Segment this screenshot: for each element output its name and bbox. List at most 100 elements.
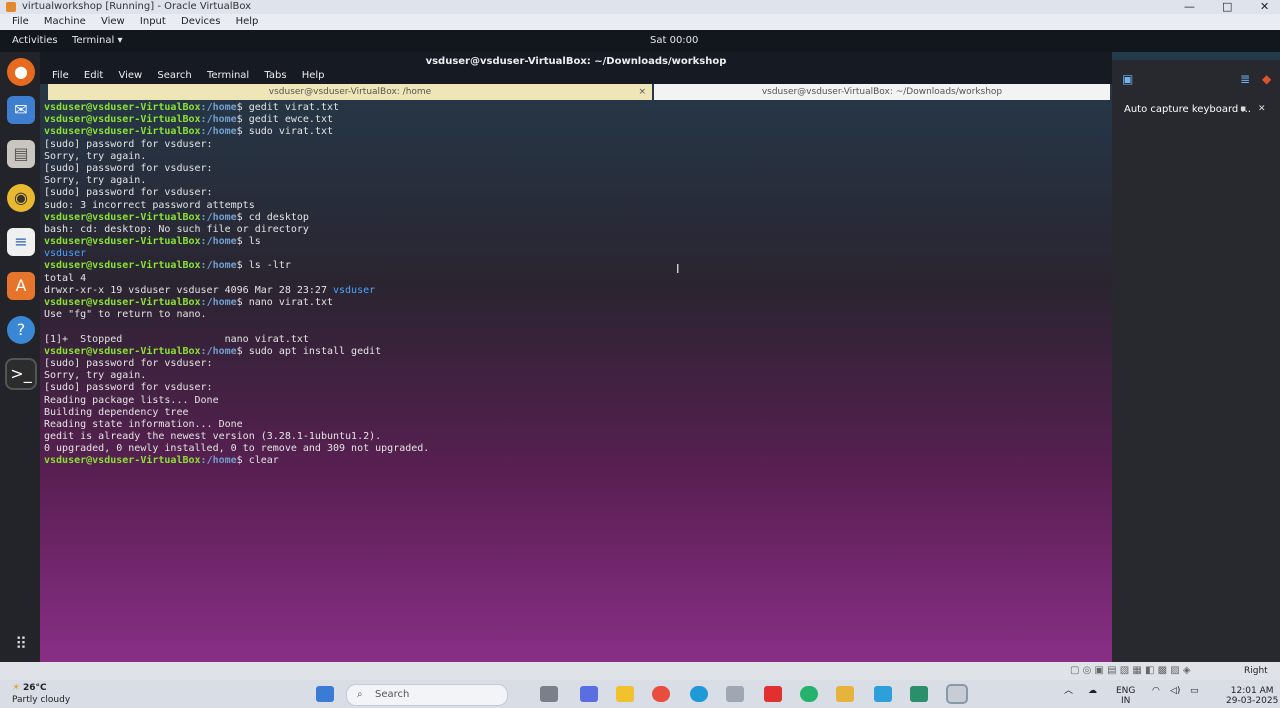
- output-text: total 4: [44, 272, 87, 284]
- vbox-menu-devices[interactable]: Devices: [181, 16, 220, 27]
- toolbar-icon[interactable]: ≣: [1240, 72, 1250, 86]
- terminal-menu-tabs[interactable]: Tabs: [264, 70, 286, 81]
- explorer-icon[interactable]: [616, 686, 634, 702]
- language-label[interactable]: ENG: [1116, 686, 1135, 696]
- app-icon[interactable]: [874, 686, 892, 702]
- vbox-menubar: File Machine View Input Devices Help: [0, 14, 1280, 30]
- software-center-icon[interactable]: A: [7, 272, 35, 300]
- terminal-line: 0 upgraded, 0 newly installed, 0 to remo…: [44, 443, 1112, 455]
- youtube-icon[interactable]: [764, 686, 782, 702]
- vbox-menu-file[interactable]: File: [12, 16, 29, 27]
- output-text: Sorry, try again.: [44, 175, 147, 187]
- vbox-menu-view[interactable]: View: [101, 16, 125, 27]
- ubuntu-topbar: Activities Terminal ▾ Sat 00:00: [0, 30, 1280, 52]
- prompt-user: vsduser@vsduser-VirtualBox: [44, 297, 201, 308]
- vscode-icon[interactable]: [910, 686, 928, 702]
- taskbar-date[interactable]: 29-03-2025: [1226, 696, 1278, 706]
- tray-chevron-icon[interactable]: ︿: [1064, 686, 1073, 696]
- notification-panel: ▣ ≣ ◆ Auto capture keyboard ... ▪ ✕: [1112, 60, 1280, 700]
- terminal-output[interactable]: vsduser@vsduser-VirtualBox:/home$ gedit …: [40, 102, 1112, 662]
- terminal-line: Sorry, try again.: [44, 370, 1112, 382]
- task-view-icon[interactable]: [540, 686, 558, 702]
- vbox-status-icons[interactable]: ▢ ◎ ▣ ▤ ▧ ▦ ◧ ▩ ▨ ◈: [1070, 662, 1191, 680]
- terminal-line: Building dependency tree: [44, 407, 1112, 419]
- weather-widget[interactable]: ☀ 26°C Partly cloudy: [12, 682, 70, 706]
- notification-close-icon[interactable]: ✕: [1258, 104, 1266, 114]
- store-icon[interactable]: [726, 686, 744, 702]
- terminal-icon[interactable]: >_: [5, 358, 37, 390]
- terminal-line: [sudo] password for vsduser:: [44, 358, 1112, 370]
- terminal-line: Reading package lists... Done: [44, 395, 1112, 407]
- vbox-menu-input[interactable]: Input: [140, 16, 166, 27]
- command-text: $ gedit virat.txt: [236, 102, 340, 113]
- activities-button[interactable]: Activities: [12, 30, 58, 52]
- command-text: $ clear: [236, 455, 279, 467]
- prompt-path: :/home: [200, 126, 237, 138]
- folder-icon[interactable]: [836, 686, 854, 702]
- help-icon[interactable]: ?: [7, 316, 35, 344]
- teams-icon[interactable]: [580, 686, 598, 702]
- terminal-line: vsduser@vsduser-VirtualBox:/home$ ls: [44, 236, 1112, 248]
- rhythmbox-icon[interactable]: ◉: [7, 184, 35, 212]
- chat-icon: ▣: [1122, 72, 1134, 86]
- notification-options-icon[interactable]: ▪: [1240, 104, 1246, 114]
- close-icon[interactable]: ✕: [1260, 0, 1269, 14]
- terminal-menu-view[interactable]: View: [118, 70, 142, 81]
- cloud-icon[interactable]: ☁: [1088, 686, 1097, 696]
- topbar-clock[interactable]: Sat 00:00: [650, 30, 698, 52]
- wifi-icon[interactable]: ◠: [1152, 686, 1160, 696]
- search-icon: ⌕: [357, 689, 363, 700]
- prompt-user: vsduser@vsduser-VirtualBox: [44, 102, 201, 113]
- output-text: [sudo] password for vsduser:: [44, 357, 213, 369]
- tab-close-icon[interactable]: ×: [638, 84, 646, 100]
- show-apps-icon[interactable]: ⠿: [7, 630, 35, 658]
- output-text: [sudo] password for vsduser:: [44, 162, 213, 174]
- command-text: $ ls -ltr: [236, 260, 291, 272]
- battery-icon[interactable]: ▭: [1190, 686, 1199, 696]
- whatsapp-icon[interactable]: [800, 686, 818, 702]
- vbox-menu-help[interactable]: Help: [236, 16, 259, 27]
- taskbar-time[interactable]: 12:01 AM: [1231, 686, 1274, 696]
- terminal-line: vsduser@vsduser-VirtualBox:/home$ sudo v…: [44, 126, 1112, 138]
- maximize-icon[interactable]: □: [1222, 0, 1232, 14]
- thunderbird-icon[interactable]: ✉: [7, 96, 35, 124]
- output-text: Reading state information... Done: [44, 418, 243, 430]
- output-text: [sudo] password for vsduser:: [44, 138, 213, 150]
- region-label[interactable]: IN: [1121, 696, 1130, 706]
- capture-icon[interactable]: ◆: [1262, 72, 1271, 86]
- writer-icon[interactable]: ≡: [7, 228, 35, 256]
- terminal-menu-file[interactable]: File: [52, 70, 69, 81]
- terminal-menu-edit[interactable]: Edit: [84, 70, 103, 81]
- windows-start-icon[interactable]: [316, 686, 334, 702]
- terminal-line: Reading state information... Done: [44, 419, 1112, 431]
- tab-home[interactable]: vsduser@vsduser-VirtualBox: /home ×: [48, 84, 652, 100]
- files-icon[interactable]: ▤: [7, 140, 35, 168]
- chrome-icon[interactable]: [652, 686, 670, 702]
- tab-workshop[interactable]: vsduser@vsduser-VirtualBox: ~/Downloads/…: [654, 84, 1110, 100]
- prompt-path: :/home: [200, 102, 237, 113]
- search-input[interactable]: ⌕ Search: [346, 684, 508, 706]
- volume-icon[interactable]: ◁): [1170, 686, 1180, 696]
- firefox-icon[interactable]: ●: [7, 58, 35, 86]
- vbox-statusbar: ▢ ◎ ▣ ▤ ▧ ▦ ◧ ▩ ▨ ◈ Right Ct: [0, 662, 1280, 694]
- app-menu[interactable]: Terminal ▾: [72, 30, 122, 52]
- command-text: $ gedit ewce.txt: [236, 114, 333, 126]
- terminal-menu-search[interactable]: Search: [157, 70, 191, 81]
- minimize-icon[interactable]: —: [1184, 0, 1195, 14]
- virtualbox-taskbar-icon[interactable]: [946, 684, 968, 704]
- terminal-line: vsduser@vsduser-VirtualBox:/home$ ls -lt…: [44, 260, 1112, 272]
- virtualbox-icon: [6, 2, 16, 12]
- vbox-window-title: virtualworkshop [Running] - Oracle Virtu…: [22, 1, 252, 12]
- terminal-line: vsduser@vsduser-VirtualBox:/home$ clear: [44, 455, 1112, 467]
- weather-desc: Partly cloudy: [12, 695, 71, 705]
- terminal-menu-help[interactable]: Help: [302, 70, 325, 81]
- terminal-menu-terminal[interactable]: Terminal: [207, 70, 249, 81]
- terminal-line: [sudo] password for vsduser:: [44, 139, 1112, 151]
- terminal-line: Sorry, try again.: [44, 175, 1112, 187]
- command-text: $ sudo apt install gedit: [236, 345, 382, 357]
- prompt-user: vsduser@vsduser-VirtualBox: [44, 236, 201, 248]
- prompt-path: :/home: [200, 211, 237, 223]
- vbox-menu-machine[interactable]: Machine: [44, 16, 86, 27]
- prompt-path: :/home: [200, 260, 237, 272]
- edge-icon[interactable]: [690, 686, 708, 702]
